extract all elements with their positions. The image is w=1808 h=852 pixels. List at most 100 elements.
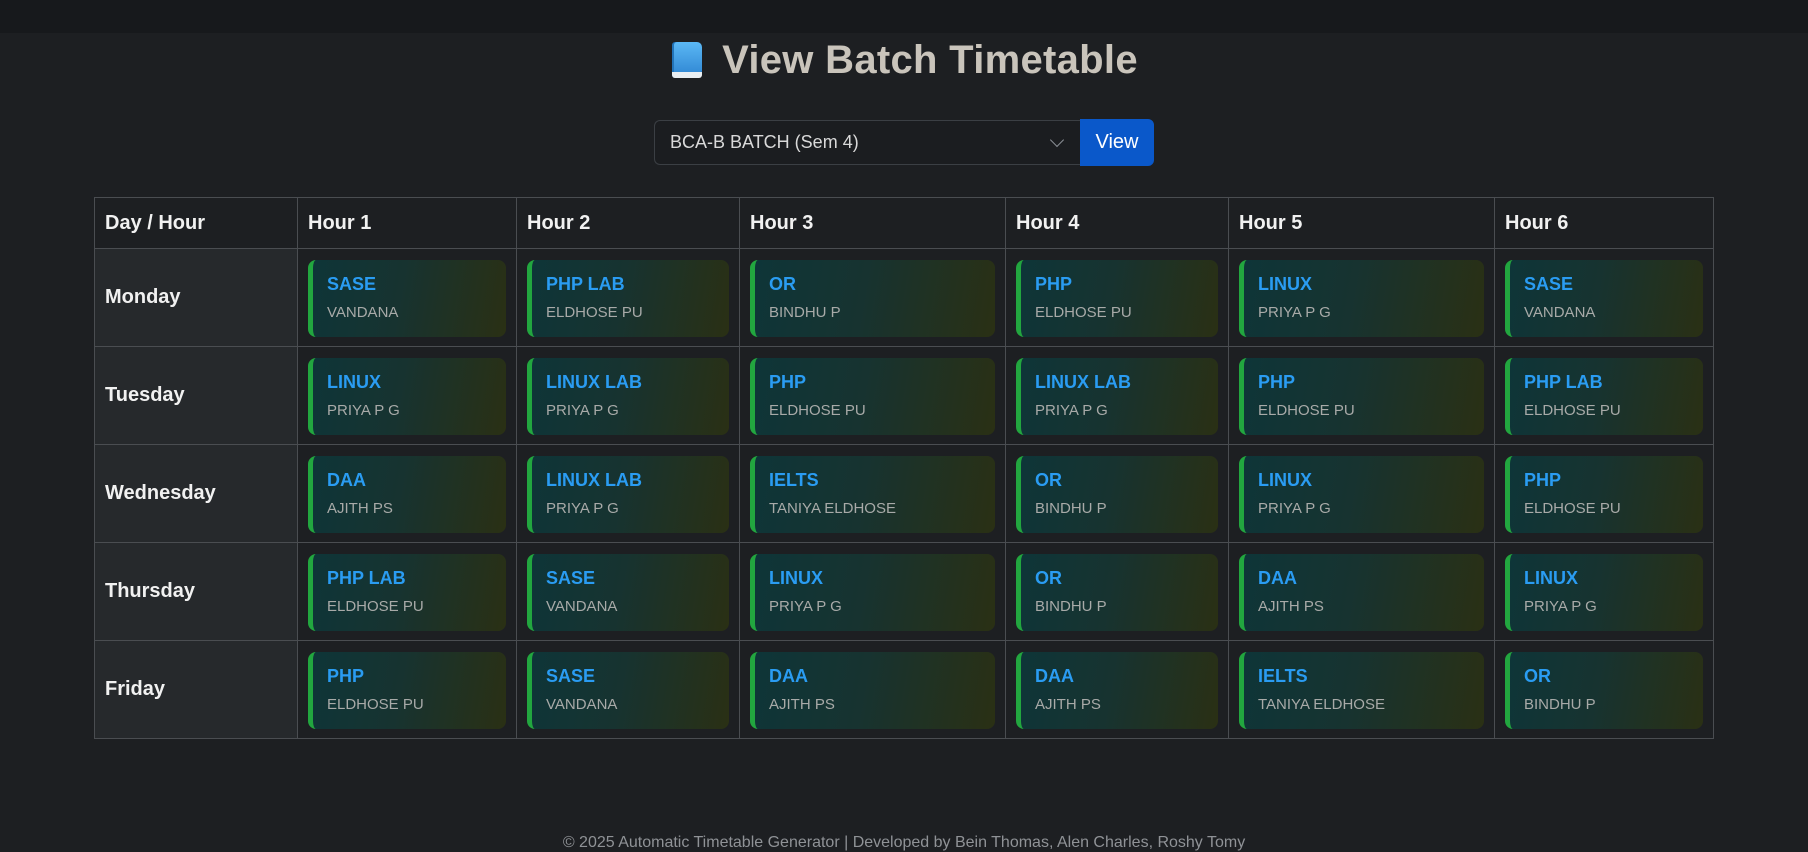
subject-name: PHP LAB <box>1524 372 1603 392</box>
timetable-cell: PHP LAB ELDHOSE PU <box>1494 346 1714 445</box>
subject-name: OR <box>1035 568 1062 588</box>
period-card: LINUX PRIYA P G <box>1239 260 1484 337</box>
teacher-name: AJITH PS <box>1035 696 1101 713</box>
subject-name: DAA <box>327 470 366 490</box>
period-card: PHP ELDHOSE PU <box>308 652 506 729</box>
subject-name: DAA <box>1035 666 1074 686</box>
timetable-cell: OR BINDHU P <box>1494 640 1714 739</box>
period-card: DAA AJITH PS <box>308 456 506 533</box>
teacher-name: BINDHU P <box>769 304 841 321</box>
chevron-down-icon <box>1049 132 1065 148</box>
subject-name: PHP LAB <box>546 274 625 294</box>
teacher-name: PRIYA P G <box>546 402 619 419</box>
timetable: Day / Hour Hour 1 Hour 2 Hour 3 Hour 4 H… <box>94 197 1714 739</box>
day-label: Monday <box>94 248 298 347</box>
teacher-name: AJITH PS <box>1258 598 1324 615</box>
hour-header: Hour 1 <box>297 197 517 249</box>
day-label: Wednesday <box>94 444 298 543</box>
subject-name: OR <box>769 274 796 294</box>
subject-name: SASE <box>546 666 596 686</box>
hour-header: Hour 6 <box>1494 197 1714 249</box>
table-row: Tuesday LINUX PRIYA P G LINUX LAB PRIYA P G P… <box>94 346 1714 445</box>
day-label: Friday <box>94 640 298 739</box>
period-card: PHP LAB ELDHOSE PU <box>1505 358 1703 435</box>
hour-header: Hour 4 <box>1005 197 1229 249</box>
timetable-cell: LINUX LAB PRIYA P G <box>516 444 740 543</box>
teacher-name: ELDHOSE PU <box>327 696 424 713</box>
day-label: Thursday <box>94 542 298 641</box>
timetable-cell: LINUX PRIYA P G <box>1494 542 1714 641</box>
timetable-cell: PHP ELDHOSE PU <box>739 346 1006 445</box>
timetable-cell: DAA AJITH PS <box>1005 640 1229 739</box>
teacher-name: PRIYA P G <box>769 598 842 615</box>
timetable-cell: DAA AJITH PS <box>1228 542 1495 641</box>
timetable-cell: SASE VANDANA <box>516 542 740 641</box>
period-card: IELTS TANIYA ELDHOSE <box>750 456 995 533</box>
teacher-name: ELDHOSE PU <box>1035 304 1132 321</box>
timetable-cell: LINUX PRIYA P G <box>1228 248 1495 347</box>
corner-header: Day / Hour <box>94 197 298 249</box>
timetable-cell: PHP ELDHOSE PU <box>1005 248 1229 347</box>
teacher-name: PRIYA P G <box>1524 598 1597 615</box>
timetable-cell: LINUX PRIYA P G <box>1228 444 1495 543</box>
teacher-name: BINDHU P <box>1035 500 1107 517</box>
blue-book-icon <box>670 40 704 80</box>
hour-header: Hour 3 <box>739 197 1006 249</box>
teacher-name: BINDHU P <box>1524 696 1596 713</box>
period-card: LINUX PRIYA P G <box>750 554 995 631</box>
subject-name: SASE <box>1524 274 1574 294</box>
teacher-name: TANIYA ELDHOSE <box>769 500 896 517</box>
period-card: IELTS TANIYA ELDHOSE <box>1239 652 1484 729</box>
table-row: Friday PHP ELDHOSE PU SASE VANDANA DAA AJITH P… <box>94 640 1714 739</box>
period-card: OR BINDHU P <box>1016 456 1218 533</box>
subject-name: IELTS <box>1258 666 1308 686</box>
footer: © 2025 Automatic Timetable Generator | D… <box>562 834 1246 851</box>
teacher-name: VANDANA <box>1524 304 1596 321</box>
page-title: View Batch Timetable <box>722 37 1138 82</box>
subject-name: PHP <box>327 666 365 686</box>
teacher-name: ELDHOSE PU <box>1258 402 1355 419</box>
period-card: SASE VANDANA <box>308 260 506 337</box>
table-row: Wednesday DAA AJITH PS LINUX LAB PRIYA P G IE… <box>94 444 1714 543</box>
teacher-name: ELDHOSE PU <box>546 304 643 321</box>
period-card: LINUX PRIYA P G <box>1239 456 1484 533</box>
view-button[interactable]: View <box>1080 119 1154 166</box>
subject-name: SASE <box>327 274 377 294</box>
teacher-name: PRIYA P G <box>1258 304 1331 321</box>
subject-name: PHP <box>1524 470 1562 490</box>
period-card: PHP ELDHOSE PU <box>750 358 995 435</box>
period-card: LINUX LAB PRIYA P G <box>527 456 729 533</box>
subject-name: DAA <box>1258 568 1297 588</box>
timetable-cell: DAA AJITH PS <box>739 640 1006 739</box>
teacher-name: PRIYA P G <box>546 500 619 517</box>
header-row: Day / Hour Hour 1 Hour 2 Hour 3 Hour 4 H… <box>94 197 1714 249</box>
teacher-name: ELDHOSE PU <box>1524 500 1621 517</box>
subject-name: LINUX <box>1524 568 1578 588</box>
timetable-cell: PHP LAB ELDHOSE PU <box>297 542 517 641</box>
timetable-cell: IELTS TANIYA ELDHOSE <box>1228 640 1495 739</box>
period-card: DAA AJITH PS <box>1016 652 1218 729</box>
timetable-cell: LINUX LAB PRIYA P G <box>1005 346 1229 445</box>
hour-header: Hour 2 <box>516 197 740 249</box>
period-card: PHP ELDHOSE PU <box>1505 456 1703 533</box>
timetable-cell: IELTS TANIYA ELDHOSE <box>739 444 1006 543</box>
teacher-name: PRIYA P G <box>1258 500 1331 517</box>
teacher-name: VANDANA <box>327 304 399 321</box>
timetable-cell: LINUX PRIYA P G <box>739 542 1006 641</box>
timetable-cell: SASE VANDANA <box>516 640 740 739</box>
teacher-name: ELDHOSE PU <box>769 402 866 419</box>
batch-select[interactable]: BCA-B BATCH (Sem 4) <box>654 120 1080 165</box>
period-card: SASE VANDANA <box>527 554 729 631</box>
subject-name: LINUX <box>1258 274 1312 294</box>
period-card: LINUX LAB PRIYA P G <box>527 358 729 435</box>
teacher-name: VANDANA <box>546 696 618 713</box>
subject-name: OR <box>1035 470 1062 490</box>
timetable-cell: DAA AJITH PS <box>297 444 517 543</box>
timetable-cell: OR BINDHU P <box>1005 444 1229 543</box>
subject-name: DAA <box>769 666 808 686</box>
period-card: PHP LAB ELDHOSE PU <box>308 554 506 631</box>
table-row: Thursday PHP LAB ELDHOSE PU SASE VANDANA LINU… <box>94 542 1714 641</box>
batch-select-value: BCA-B BATCH (Sem 4) <box>670 132 859 152</box>
table-row: Monday SASE VANDANA PHP LAB ELDHOSE PU OR BIND… <box>94 248 1714 347</box>
period-card: SASE VANDANA <box>527 652 729 729</box>
